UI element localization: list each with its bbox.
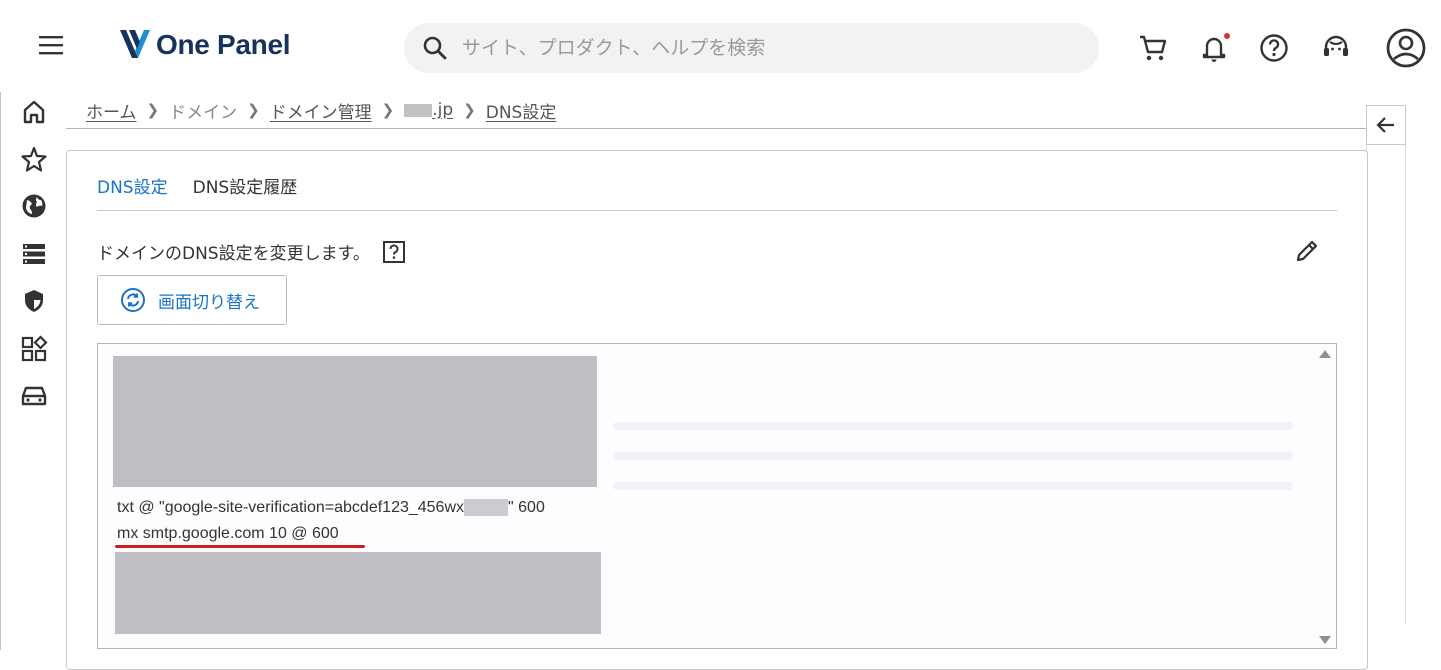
description-text: ドメインのDNS設定を変更します。 [97, 244, 370, 264]
scroll-up-icon[interactable] [1319, 350, 1331, 358]
record-line-txt: txt @ "google-site-verification=abcdef12… [117, 499, 545, 517]
tab-bar: DNS設定 DNS設定履歴 [97, 173, 1337, 211]
blurred-text [613, 422, 1293, 430]
breadcrumb-domain: ドメイン [169, 102, 238, 123]
highlight-underline [115, 545, 365, 548]
notification-dot [1224, 33, 1230, 39]
chevron-right-icon: ❯ [247, 101, 260, 119]
dns-card: DNS設定 DNS設定履歴 ドメインのDNS設定を変更します。 画面切り替え t… [66, 150, 1368, 670]
top-header: One Panel [0, 0, 1441, 92]
txt-record-suffix: " 600 [508, 499, 545, 516]
right-panel-rail [1366, 145, 1406, 625]
globe-icon[interactable] [20, 192, 48, 220]
search-bar [404, 23, 1099, 73]
breadcrumb-domain-name[interactable]: .jp [404, 100, 453, 120]
breadcrumb-home[interactable]: ホーム [86, 98, 137, 123]
description-row: ドメインのDNS設定を変更します。 [97, 239, 406, 264]
star-icon[interactable] [20, 145, 48, 173]
chevron-right-icon: ❯ [146, 101, 160, 119]
txt-record-prefix: txt @ "google-site-verification=abcdef12… [117, 499, 465, 516]
cart-icon[interactable] [1137, 32, 1169, 64]
redacted-block [113, 356, 597, 487]
chevron-right-icon: ❯ [463, 101, 476, 119]
search-icon [423, 36, 447, 60]
blurred-text [613, 452, 1293, 460]
shield-icon[interactable] [20, 287, 48, 315]
sync-icon [121, 288, 145, 312]
car-icon[interactable] [20, 382, 48, 410]
breadcrumb: ホーム ❯ ドメイン ❯ ドメイン管理 ❯ .jp ❯ DNS設定 [86, 97, 556, 123]
switch-view-label: 画面切り替え [158, 292, 260, 313]
scroll-down-icon[interactable] [1319, 636, 1331, 644]
domain-suffix: .jp [432, 100, 454, 120]
help-circle-icon[interactable] [1258, 32, 1290, 64]
home-icon[interactable] [20, 98, 48, 126]
tab-dns-settings[interactable]: DNS設定 [97, 173, 168, 210]
scrollbar[interactable] [1316, 344, 1336, 648]
redacted-block [404, 103, 433, 117]
help-box-icon[interactable] [382, 240, 406, 264]
breadcrumb-domain-manage[interactable]: ドメイン管理 [270, 98, 372, 123]
widgets-icon[interactable] [20, 335, 48, 363]
breadcrumb-current[interactable]: DNS設定 [486, 98, 557, 123]
redacted-inline [464, 499, 509, 517]
switch-view-button[interactable]: 画面切り替え [97, 275, 287, 325]
support-icon[interactable] [1320, 32, 1352, 64]
dns-record-editor[interactable]: txt @ "google-site-verification=abcdef12… [97, 343, 1337, 649]
blurred-text [613, 482, 1293, 490]
chevron-right-icon: ❯ [381, 101, 395, 119]
account-icon[interactable] [1385, 27, 1427, 69]
back-button[interactable] [1366, 105, 1406, 145]
window-edge [0, 92, 1, 650]
redacted-block [115, 552, 601, 634]
edit-pencil-icon[interactable] [1293, 237, 1321, 265]
arrow-left-icon [1376, 117, 1394, 133]
logo-mark-icon [118, 28, 154, 62]
record-line-mx: mx smtp.google.com 10 @ 600 [117, 525, 339, 542]
server-icon[interactable] [20, 240, 48, 268]
menu-icon[interactable] [37, 31, 65, 59]
logo-text: One Panel [156, 29, 291, 60]
breadcrumb-divider [66, 128, 1366, 129]
logo[interactable]: One Panel [118, 28, 291, 62]
tab-dns-history[interactable]: DNS設定履歴 [193, 173, 298, 210]
search-input[interactable] [462, 37, 1062, 59]
